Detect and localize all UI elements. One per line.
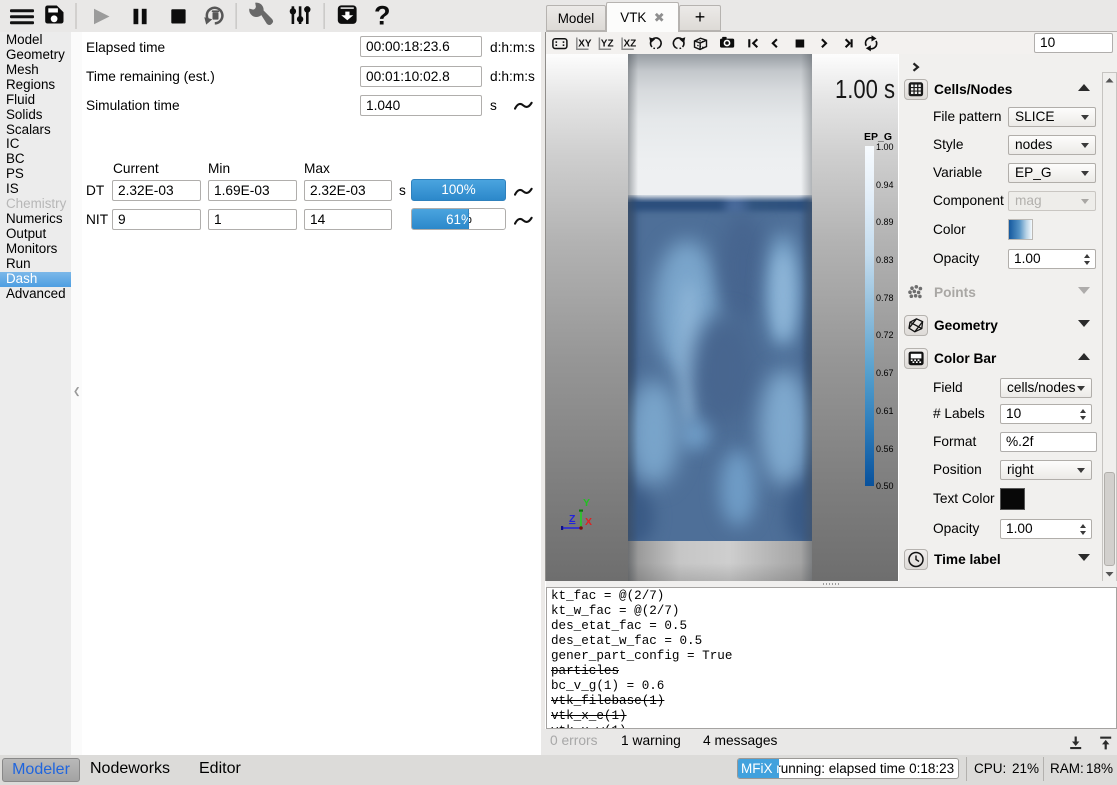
- svg-text:X: X: [585, 516, 592, 528]
- svg-text:XY: XY: [578, 39, 592, 50]
- svg-text:Y: Y: [583, 497, 590, 509]
- svg-text:XZ: XZ: [624, 39, 637, 50]
- svg-text:Z: Z: [569, 513, 576, 525]
- svg-text:YZ: YZ: [601, 39, 614, 50]
- svg-text:?: ?: [374, 1, 391, 31]
